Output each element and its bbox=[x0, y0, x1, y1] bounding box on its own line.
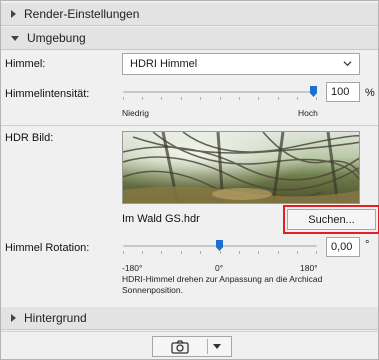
divider bbox=[1, 125, 378, 126]
intensity-input[interactable]: 100 bbox=[326, 82, 360, 102]
section-background[interactable]: Hintergrund bbox=[1, 307, 378, 330]
chevron-down-icon bbox=[343, 61, 352, 67]
rotation-slider-thumb[interactable] bbox=[216, 240, 223, 251]
intensity-max-label: Hoch bbox=[298, 108, 318, 118]
section-environment-label: Umgebung bbox=[27, 31, 86, 45]
rotation-label: Himmel Rotation: bbox=[5, 242, 90, 254]
rotation-value: 0,00 bbox=[331, 241, 353, 253]
sky-label: Himmel: bbox=[5, 58, 46, 70]
sky-dropdown[interactable]: HDRI Himmel bbox=[122, 53, 360, 75]
rotation-hint: HDRI-Himmel drehen zur Anpassung an die … bbox=[122, 274, 323, 295]
hdr-filename: Im Wald GS.hdr bbox=[122, 213, 200, 225]
intensity-slider-thumb[interactable] bbox=[310, 86, 317, 97]
rotation-tick-mid: 0° bbox=[215, 263, 224, 273]
rotation-input[interactable]: 0,00 bbox=[326, 237, 360, 257]
section-environment[interactable]: Umgebung bbox=[1, 27, 378, 50]
section-background-label: Hintergrund bbox=[24, 311, 87, 325]
collapsed-triangle-icon bbox=[11, 10, 16, 18]
button-separator bbox=[207, 339, 208, 354]
render-camera-button[interactable] bbox=[152, 336, 232, 357]
rotation-tick-min: -180° bbox=[122, 263, 143, 273]
hdr-image-label: HDR Bild: bbox=[5, 132, 54, 144]
rotation-slider-ticks bbox=[123, 251, 317, 255]
expanded-triangle-icon bbox=[11, 35, 19, 41]
rotation-unit: ° bbox=[365, 239, 370, 251]
sky-dropdown-value: HDRI Himmel bbox=[130, 58, 198, 70]
collapsed-triangle-icon bbox=[11, 314, 16, 322]
intensity-slider-ticks bbox=[123, 97, 317, 101]
hdr-preview-image bbox=[122, 131, 360, 204]
intensity-value: 100 bbox=[331, 86, 350, 98]
browse-button-highlight bbox=[283, 205, 379, 234]
intensity-slider-track[interactable] bbox=[123, 91, 317, 93]
intensity-min-label: Niedrig bbox=[122, 108, 149, 118]
section-render-settings-label: Render-Einstellungen bbox=[24, 7, 140, 21]
intensity-label: Himmelintensität: bbox=[5, 88, 90, 100]
rotation-tick-max: 180° bbox=[300, 263, 318, 273]
footer-toolbar bbox=[1, 331, 378, 359]
section-render-settings[interactable]: Render-Einstellungen bbox=[1, 3, 378, 26]
chevron-down-icon[interactable] bbox=[212, 344, 222, 350]
camera-icon bbox=[171, 340, 189, 354]
render-settings-panel: Render-Einstellungen Umgebung Himmel: HD… bbox=[0, 0, 379, 360]
intensity-unit: % bbox=[365, 87, 375, 99]
